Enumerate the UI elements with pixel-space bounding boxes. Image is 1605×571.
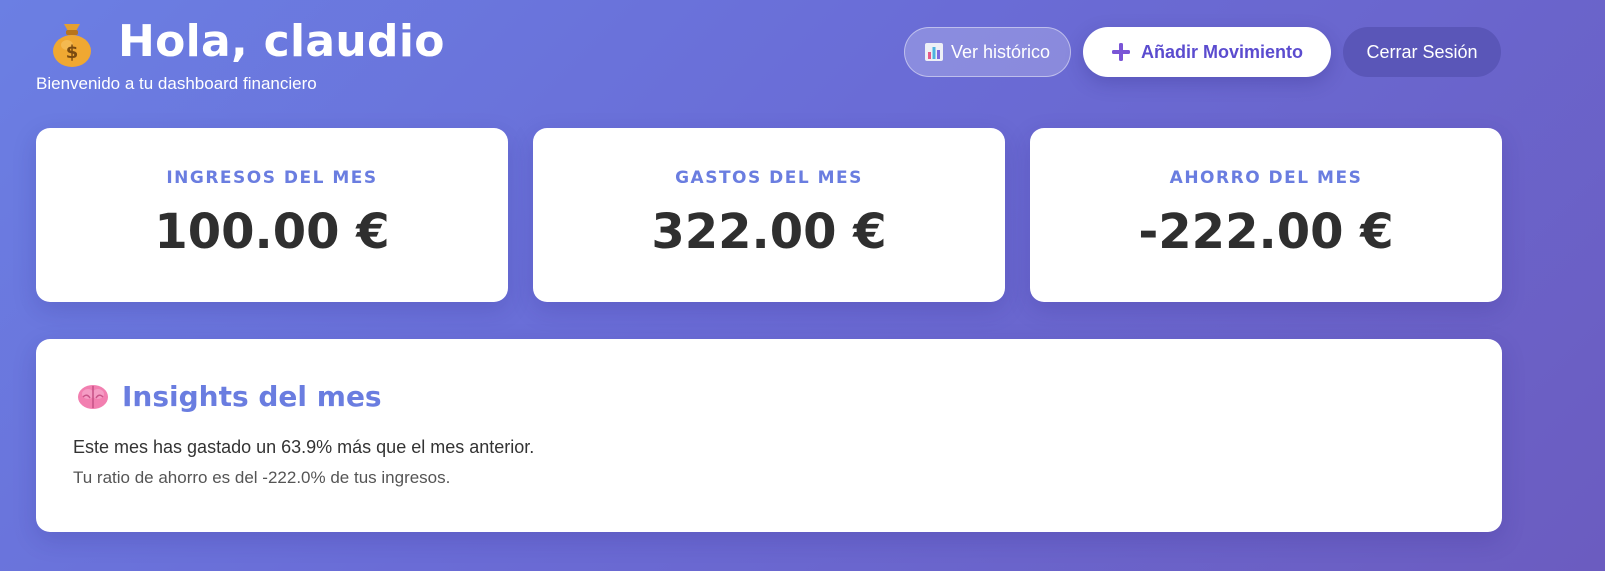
money-bag-icon: $ <box>53 24 91 67</box>
income-value: 100.00 € <box>154 204 390 260</box>
insight-message: Tu ratio de ahorro es del -222.0% de tus… <box>73 468 451 487</box>
page-subtitle: Bienvenido a tu dashboard financiero <box>36 74 317 93</box>
view-history-button[interactable]: Ver histórico <box>904 27 1071 77</box>
header-actions: Ver histórico Añadir Movimiento Cerrar S… <box>904 27 1501 77</box>
savings-card: AHORRO DEL MES -222.00 € <box>1030 128 1502 302</box>
svg-text:$: $ <box>66 42 79 63</box>
title-row: $ Hola, claudio <box>36 14 445 70</box>
insights-header: Insights del mes <box>73 379 1502 413</box>
logout-button[interactable]: Cerrar Sesión <box>1343 27 1501 77</box>
insight-message: Este mes has gastado un 63.9% más que el… <box>73 437 535 457</box>
expenses-label: GASTOS DEL MES <box>675 168 863 188</box>
savings-value: -222.00 € <box>1138 204 1394 260</box>
plus-icon <box>1111 43 1130 61</box>
income-card: INGRESOS DEL MES 100.00 € <box>36 128 508 302</box>
bar-chart-icon <box>924 43 943 61</box>
insights-title: Insights del mes <box>122 379 382 413</box>
logout-label: Cerrar Sesión <box>1366 41 1478 62</box>
expenses-card: GASTOS DEL MES 322.00 € <box>533 128 1005 302</box>
savings-label: AHORRO DEL MES <box>1169 168 1363 188</box>
income-label: INGRESOS DEL MES <box>166 168 378 188</box>
page-header: $ Hola, claudio Bienvenido a tu dashboar… <box>36 14 445 94</box>
add-movement-button[interactable]: Añadir Movimiento <box>1083 27 1331 77</box>
add-movement-label: Añadir Movimiento <box>1140 41 1303 62</box>
summary-cards: INGRESOS DEL MES 100.00 € GASTOS DEL MES… <box>36 128 1502 302</box>
page-title: Hola, claudio <box>118 16 445 67</box>
expenses-value: 322.00 € <box>651 204 887 260</box>
brain-icon <box>78 385 108 409</box>
view-history-label: Ver histórico <box>950 41 1051 62</box>
insights-panel: Insights del mes Este mes has gastado un… <box>36 339 1502 532</box>
